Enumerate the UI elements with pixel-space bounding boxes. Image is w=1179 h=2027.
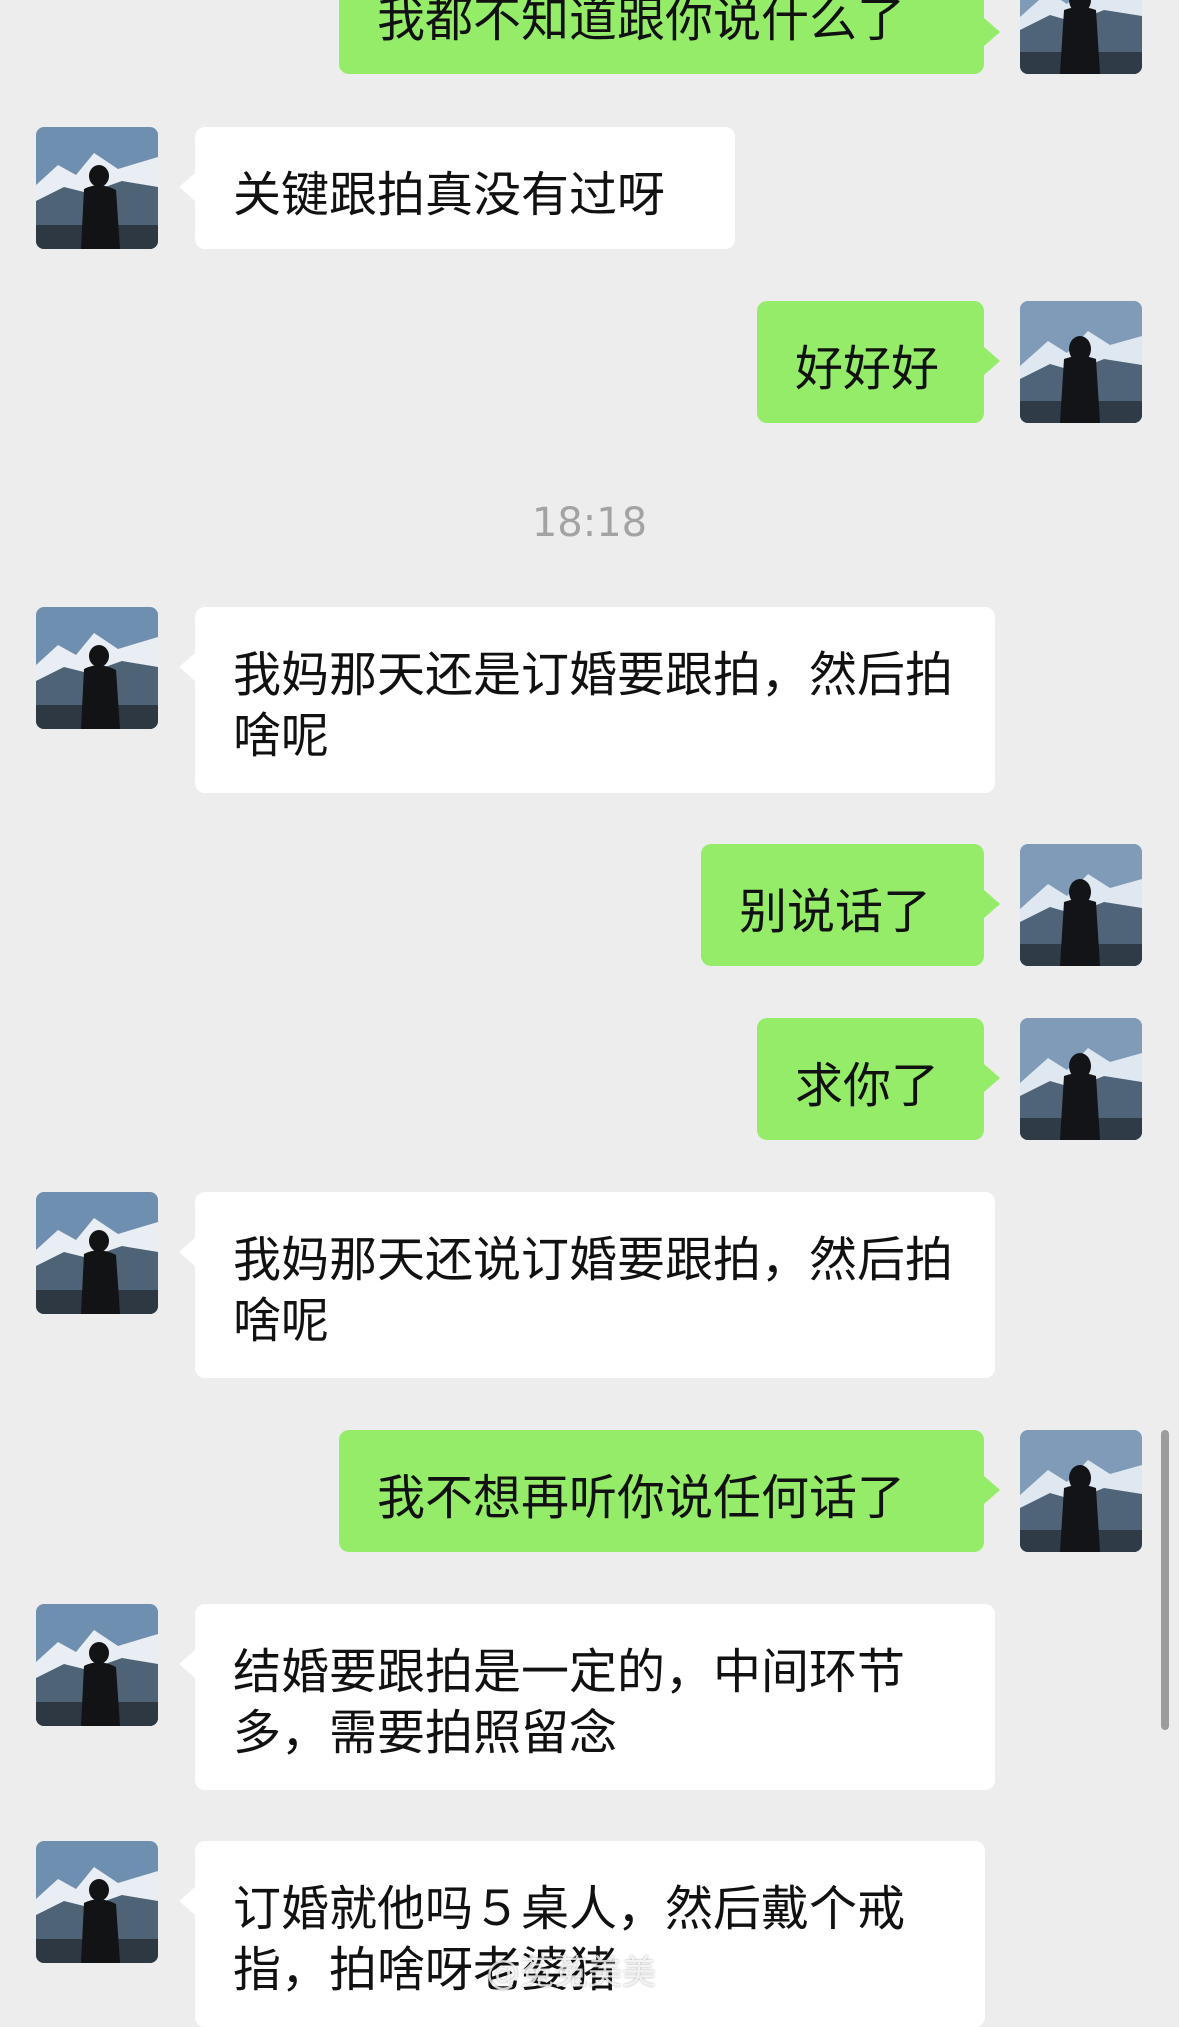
- message-bubble-outgoing[interactable]: 我不想再听你说任何话了: [339, 1430, 1000, 1552]
- message-text: 我妈那天还说订婚要跟拍，然后拍啥呢: [233, 1232, 954, 1349]
- message-text: 我妈那天还是订婚要跟拍，然后拍啥呢: [233, 647, 954, 764]
- message-bubble-incoming[interactable]: 我妈那天还是订婚要跟拍，然后拍啥呢: [179, 607, 995, 793]
- message-bubble-incoming[interactable]: 订婚就他吗５桌人，然后戴个戒指，拍啥呀老婆猪: [179, 1841, 985, 2027]
- avatar-incoming[interactable]: [36, 1192, 158, 1314]
- avatar-incoming[interactable]: [36, 127, 158, 249]
- girl-mountain-icon: [1020, 1430, 1142, 1552]
- message-bubble-outgoing[interactable]: 我都不知道跟你说什么了: [339, 0, 1000, 74]
- girl-mountain-icon: [1020, 844, 1142, 966]
- avatar-incoming[interactable]: [36, 1841, 158, 1963]
- boy-mountain-icon: [36, 127, 158, 249]
- message-text: 结婚要跟拍是一定的，中间环节多，需要拍照留念: [233, 1644, 906, 1761]
- message-bubble-outgoing[interactable]: 求你了: [757, 1018, 1000, 1140]
- avatar-outgoing[interactable]: [1020, 0, 1142, 74]
- girl-mountain-icon: [1020, 0, 1142, 74]
- avatar-outgoing[interactable]: [1020, 301, 1142, 423]
- scrollbar[interactable]: [1161, 1430, 1169, 1730]
- boy-mountain-icon: [36, 1192, 158, 1314]
- message-text: 求你了: [795, 1058, 940, 1114]
- boy-mountain-icon: [36, 1841, 158, 1963]
- message-bubble-incoming[interactable]: 关键跟拍真没有过呀: [179, 127, 735, 249]
- message-text: 好好好: [795, 341, 940, 397]
- boy-mountain-icon: [36, 1604, 158, 1726]
- message-bubble-incoming[interactable]: 我妈那天还说订婚要跟拍，然后拍啥呢: [179, 1192, 995, 1378]
- message-bubble-incoming[interactable]: 结婚要跟拍是一定的，中间环节多，需要拍照留念: [179, 1604, 995, 1790]
- avatar-outgoing[interactable]: [1020, 1018, 1142, 1140]
- message-text: 关键跟拍真没有过呀: [233, 167, 666, 223]
- boy-mountain-icon: [36, 607, 158, 729]
- message-text: 我都不知道跟你说什么了: [377, 0, 906, 48]
- avatar-outgoing[interactable]: [1020, 1430, 1142, 1552]
- watermark: @菟菟美美: [486, 1953, 656, 1993]
- message-text: 我不想再听你说任何话了: [377, 1470, 906, 1526]
- avatar-outgoing[interactable]: [1020, 844, 1142, 966]
- girl-mountain-icon: [1020, 1018, 1142, 1140]
- girl-mountain-icon: [1020, 301, 1142, 423]
- avatar-incoming[interactable]: [36, 1604, 158, 1726]
- timestamp: 18:18: [531, 500, 648, 546]
- avatar-incoming[interactable]: [36, 607, 158, 729]
- message-text: 别说话了: [739, 884, 932, 940]
- message-bubble-outgoing[interactable]: 别说话了: [701, 844, 1000, 966]
- message-bubble-outgoing[interactable]: 好好好: [757, 301, 1000, 423]
